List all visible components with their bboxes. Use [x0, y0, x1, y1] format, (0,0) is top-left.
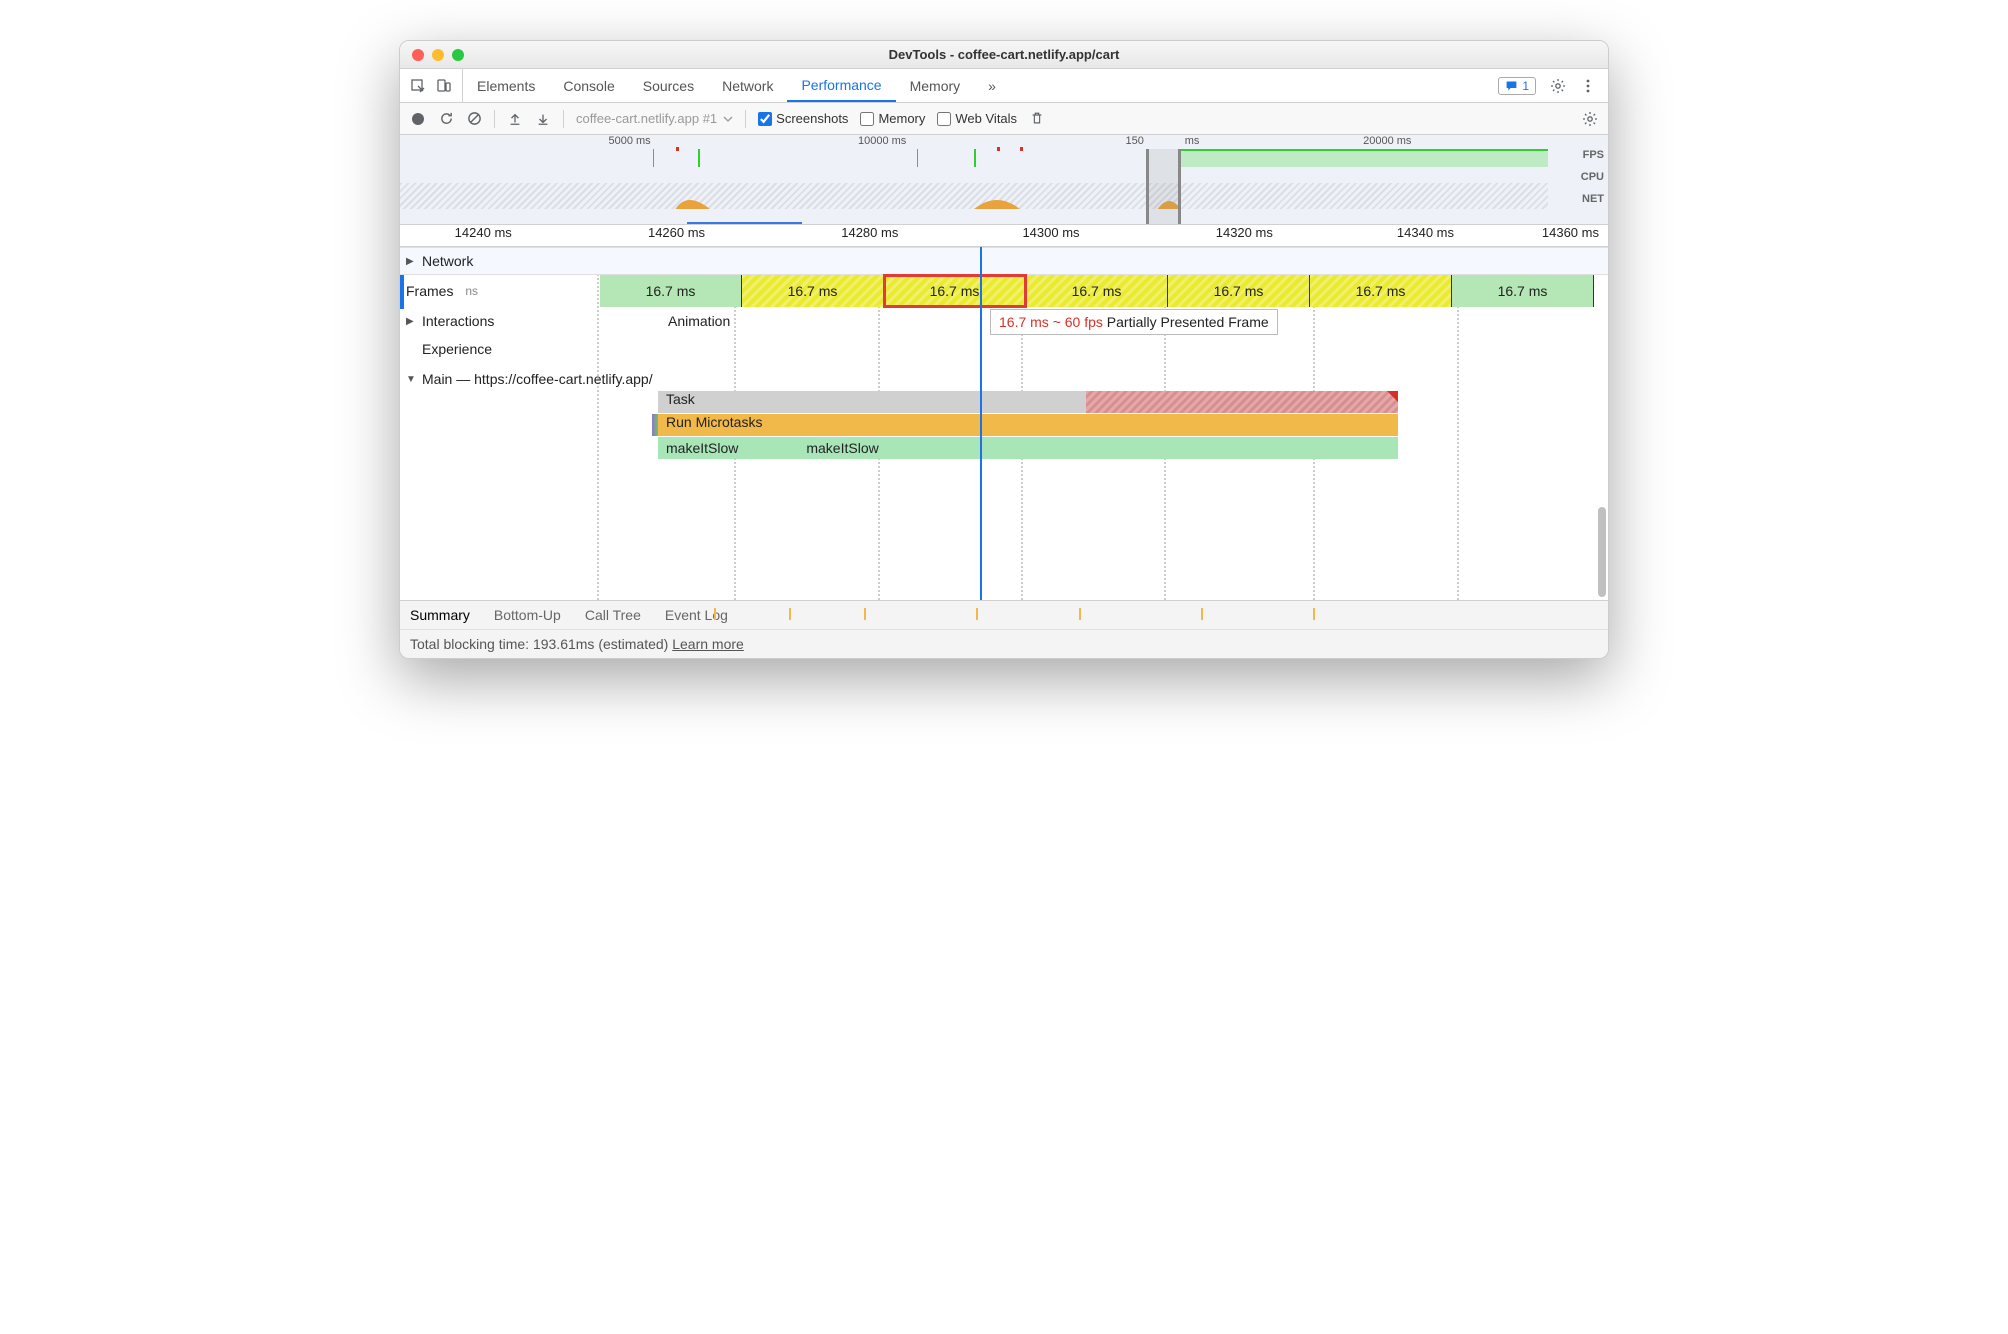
- tab-sources[interactable]: Sources: [629, 69, 708, 102]
- row-frames[interactable]: Frames ns 16.7 ms 16.7 ms 16.7 ms 16.7 m…: [400, 275, 1608, 307]
- flame-microtasks[interactable]: [658, 414, 1398, 436]
- frame-block[interactable]: 16.7 ms: [1452, 275, 1594, 307]
- status-bar: Total blocking time: 193.61ms (estimated…: [400, 629, 1608, 658]
- settings-icon[interactable]: [1550, 78, 1566, 94]
- kebab-icon[interactable]: [1580, 78, 1596, 94]
- row-main[interactable]: ▼Main — https://coffee-cart.netlify.app/: [400, 363, 1608, 391]
- main-tabs: Elements Console Sources Network Perform…: [463, 69, 1010, 102]
- device-icon[interactable]: [436, 78, 452, 94]
- bottom-tab-bar: Summary Bottom-Up Call Tree Event Log: [400, 600, 1608, 629]
- main-tab-bar: Elements Console Sources Network Perform…: [400, 69, 1608, 103]
- tab-network[interactable]: Network: [708, 69, 787, 102]
- checkbox-screenshots[interactable]: Screenshots: [758, 111, 848, 126]
- recording-select[interactable]: coffee-cart.netlify.app #1: [576, 111, 733, 126]
- perf-toolbar: coffee-cart.netlify.app #1 Screenshots M…: [400, 103, 1608, 135]
- frame-tooltip: 16.7 ms ~ 60 fps Partially Presented Fra…: [990, 309, 1278, 335]
- issues-badge[interactable]: 1: [1498, 77, 1536, 95]
- reload-icon[interactable]: [438, 111, 454, 127]
- tabs-overflow[interactable]: »: [974, 69, 1010, 102]
- overview-ticks: 5000 ms 10000 ms 150 ms 20000 ms: [400, 135, 1548, 149]
- tab-memory[interactable]: Memory: [896, 69, 975, 102]
- long-task-marker-icon: [1387, 391, 1398, 402]
- upload-icon[interactable]: [507, 111, 523, 127]
- download-icon[interactable]: [535, 111, 551, 127]
- tab-elements[interactable]: Elements: [463, 69, 549, 102]
- window-title: DevTools - coffee-cart.netlify.app/cart: [400, 47, 1608, 62]
- frame-block[interactable]: 16.7 ms: [600, 275, 742, 307]
- checkbox-webvitals[interactable]: Web Vitals: [937, 111, 1017, 126]
- tab-performance[interactable]: Performance: [787, 69, 895, 102]
- learn-more-link[interactable]: Learn more: [672, 636, 744, 652]
- trash-icon[interactable]: [1029, 111, 1045, 127]
- playhead[interactable]: [980, 247, 982, 600]
- panel-settings-icon[interactable]: [1582, 111, 1598, 127]
- timeline-body[interactable]: ▶Network Frames ns 16.7 ms 16.7 ms 16.7 …: [400, 247, 1608, 600]
- tab-summary[interactable]: Summary: [410, 607, 470, 623]
- time-ruler: 14240 ms 14260 ms 14280 ms 14300 ms 1432…: [400, 225, 1608, 247]
- flame-long-task[interactable]: [1086, 391, 1398, 413]
- inspect-icon[interactable]: [410, 78, 426, 94]
- chevron-right-icon[interactable]: ▶: [406, 256, 418, 267]
- flame-chart[interactable]: Task Run Microtasks makeItSlowmakeItSlow: [658, 391, 1594, 459]
- overview-selection[interactable]: [1146, 149, 1180, 224]
- titlebar: DevTools - coffee-cart.netlify.app/cart: [400, 41, 1608, 69]
- clear-icon[interactable]: [466, 111, 482, 127]
- tab-bottom-up[interactable]: Bottom-Up: [494, 607, 561, 623]
- checkbox-memory[interactable]: Memory: [860, 111, 925, 126]
- record-icon[interactable]: [410, 111, 426, 127]
- chevron-right-icon[interactable]: ▶: [406, 316, 418, 327]
- frame-block[interactable]: 16.7 ms: [742, 275, 884, 307]
- row-experience[interactable]: ▶Experience: [400, 335, 1608, 363]
- overview-pane[interactable]: 5000 ms 10000 ms 150 ms 20000 ms FPS CPU…: [400, 135, 1608, 225]
- message-icon: [1505, 79, 1518, 92]
- chevron-down-icon: [723, 116, 733, 122]
- tab-event-log[interactable]: Event Log: [665, 607, 728, 623]
- frame-block-selected[interactable]: 16.7 ms: [884, 275, 1026, 307]
- tab-console[interactable]: Console: [549, 69, 628, 102]
- overview-labels: FPS CPU NET: [1581, 149, 1604, 215]
- tab-call-tree[interactable]: Call Tree: [585, 607, 641, 623]
- frame-block[interactable]: 16.7 ms: [1168, 275, 1310, 307]
- chevron-down-icon[interactable]: ▼: [406, 374, 418, 385]
- frame-block[interactable]: 16.7 ms: [1026, 275, 1168, 307]
- row-network[interactable]: ▶Network: [400, 247, 1608, 275]
- devtools-window: DevTools - coffee-cart.netlify.app/cart …: [399, 40, 1609, 659]
- flame-makeitslow[interactable]: makeItSlowmakeItSlow: [658, 437, 1398, 459]
- scrollbar[interactable]: [1598, 507, 1606, 597]
- frame-block[interactable]: 16.7 ms: [1310, 275, 1452, 307]
